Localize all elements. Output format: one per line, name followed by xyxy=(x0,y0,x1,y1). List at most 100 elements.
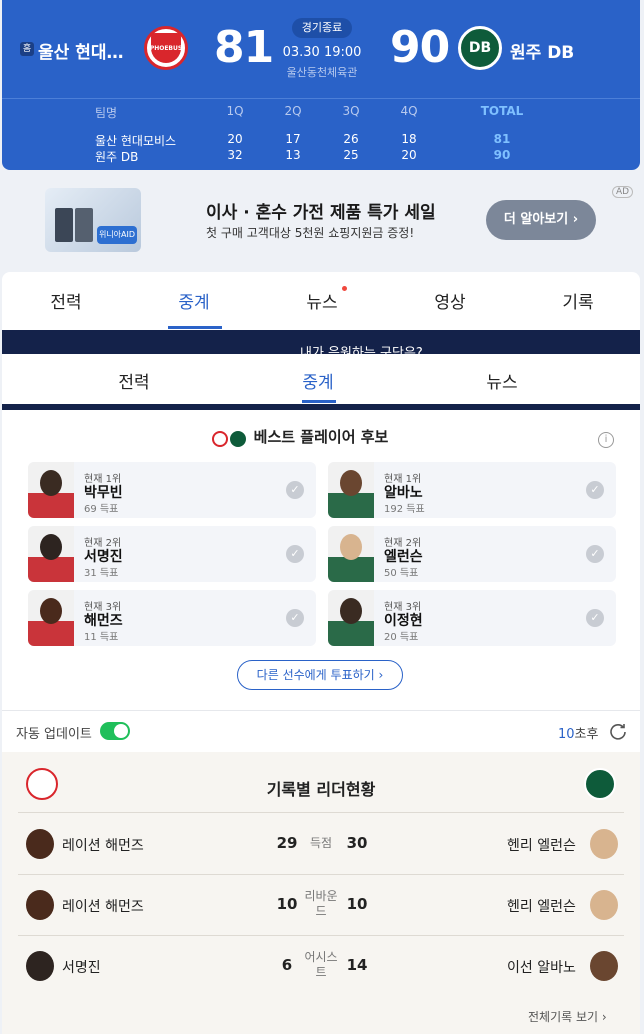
header-q4: 4Q xyxy=(400,104,418,118)
stat-category: 어시스트 xyxy=(304,950,338,979)
sub-tabs: 전력 중계 뉴스 xyxy=(2,354,640,404)
header-total: TOTAL xyxy=(480,104,524,118)
view-all-records-link[interactable]: 전체기록 보기 › xyxy=(528,1008,607,1025)
best-player-title: 베스트 플레이어 후보 xyxy=(253,428,389,446)
leaders-section: 기록별 리더현황 레이션 해먼즈 29 득점 30 헨리 엘런슨 레이션 해먼즈… xyxy=(2,752,640,1034)
check-icon[interactable]: ✓ xyxy=(586,609,604,627)
player-avatar xyxy=(590,951,618,981)
player-name: 이정현 xyxy=(384,613,423,629)
player-photo xyxy=(28,526,74,582)
ad-image-chip: 위니아AID xyxy=(97,226,137,244)
player-votes: 20 득표 xyxy=(384,632,419,643)
leader-row[interactable]: 레이션 해먼즈 10 리바운드 10 헨리 엘런슨 xyxy=(2,875,640,935)
player-card[interactable]: 현재 2위 서명진 31 득표 ✓ xyxy=(28,526,316,582)
player-avatar xyxy=(590,890,618,920)
row-total: 81 xyxy=(493,132,511,146)
player-votes: 192 득표 xyxy=(384,504,425,515)
away-team-logo-small xyxy=(584,768,616,800)
away-team-name[interactable]: 원주 DB xyxy=(510,38,574,63)
cheer-banner[interactable]: 내가 응원하는 구단은? xyxy=(2,330,640,354)
game-venue: 울산동천체육관 xyxy=(286,66,358,79)
tab-broadcast[interactable]: 중계 xyxy=(154,288,234,313)
auto-update-label: 자동 업데이트 xyxy=(16,727,92,742)
home-leader-name: 레이션 해먼즈 xyxy=(62,838,144,854)
countdown-unit: 초후 xyxy=(574,727,599,742)
ad-banner[interactable]: 위니아AID 이사 · 혼수 가전 제품 특가 세일 첫 구매 고객대상 5천원… xyxy=(2,178,640,262)
header-q2: 2Q xyxy=(284,104,302,118)
row-team: 울산 현대모비스 xyxy=(95,134,177,148)
player-head xyxy=(40,598,62,624)
tab-news[interactable]: 뉴스 xyxy=(282,288,362,313)
best-player-section: 베스트 플레이어 후보 i 현재 1위 박무빈 69 득표 ✓ 현재 2위 서명… xyxy=(2,410,640,710)
away-team-logo[interactable]: DB xyxy=(458,26,502,70)
home-leader-name: 레이션 해먼즈 xyxy=(62,899,144,915)
player-card[interactable]: 현재 1위 알바노 192 득표 ✓ xyxy=(328,462,616,518)
player-name: 엘런슨 xyxy=(384,549,423,565)
active-subtab-underline xyxy=(302,400,336,403)
ad-title[interactable]: 이사 · 혼수 가전 제품 특가 세일 xyxy=(206,198,436,223)
player-head xyxy=(40,470,62,496)
header-q3: 3Q xyxy=(342,104,360,118)
vote-other-player-button[interactable]: 다른 선수에게 투표하기 › xyxy=(237,660,403,690)
fridge-icon xyxy=(55,208,73,242)
away-score: 90 xyxy=(390,22,450,73)
tab-video[interactable]: 영상 xyxy=(410,288,490,313)
player-votes: 69 득표 xyxy=(84,504,119,515)
header-q1: 1Q xyxy=(226,104,244,118)
row-q2: 13 xyxy=(285,148,301,162)
player-avatar xyxy=(26,890,54,920)
fridge-icon xyxy=(75,208,93,242)
player-card[interactable]: 현재 2위 엘런슨 50 득표 ✓ xyxy=(328,526,616,582)
info-icon[interactable]: i xyxy=(598,432,614,448)
game-status-badge: 경기종료 xyxy=(292,18,352,38)
countdown: 10초후 xyxy=(558,723,598,742)
ad-subtitle[interactable]: 첫 구매 고객대상 5천원 쇼핑지원금 증정! xyxy=(206,224,414,241)
check-icon[interactable]: ✓ xyxy=(586,481,604,499)
player-card[interactable]: 현재 3위 해먼즈 11 득표 ✓ xyxy=(28,590,316,646)
row-total: 90 xyxy=(493,148,511,162)
home-team-name[interactable]: 울산 현대모비스 xyxy=(38,38,136,63)
header-team: 팀명 xyxy=(95,106,118,120)
ad-product-image[interactable]: 위니아AID xyxy=(45,188,141,252)
subtab-broadcast[interactable]: 중계 xyxy=(278,368,358,393)
quarter-row-home: 울산 현대모비스 20 17 26 18 81 xyxy=(2,132,640,148)
row-q1: 20 xyxy=(227,132,243,146)
home-team-logo[interactable]: PHOEBUS xyxy=(144,26,188,70)
auto-update-toggle[interactable] xyxy=(100,722,130,740)
player-card[interactable]: 현재 1위 박무빈 69 득표 ✓ xyxy=(28,462,316,518)
check-icon[interactable]: ✓ xyxy=(286,545,304,563)
quarter-header-row: 팀명 1Q 2Q 3Q 4Q TOTAL xyxy=(2,104,640,120)
home-leader-value: 6 xyxy=(281,956,293,974)
stat-category: 리바운드 xyxy=(304,889,338,918)
row-q2: 17 xyxy=(285,132,301,146)
tab-records[interactable]: 기록 xyxy=(538,288,618,313)
player-photo xyxy=(328,462,374,518)
leader-row[interactable]: 서명진 6 어시스트 14 이선 알바노 xyxy=(2,936,640,996)
check-icon[interactable]: ✓ xyxy=(286,481,304,499)
player-head xyxy=(340,470,362,496)
player-votes: 31 득표 xyxy=(84,568,119,579)
subtab-news[interactable]: 뉴스 xyxy=(462,368,542,393)
player-name: 해먼즈 xyxy=(84,613,123,629)
quarter-row-away: 원주 DB 32 13 25 20 90 xyxy=(2,148,640,164)
player-photo xyxy=(28,462,74,518)
player-head xyxy=(340,534,362,560)
leader-row[interactable]: 레이션 해먼즈 29 득점 30 헨리 엘런슨 xyxy=(2,814,640,874)
refresh-icon[interactable] xyxy=(608,721,628,741)
check-icon[interactable]: ✓ xyxy=(286,609,304,627)
leaders-divider xyxy=(18,812,624,813)
player-votes: 11 득표 xyxy=(84,632,119,643)
row-team: 원주 DB xyxy=(95,150,139,164)
ad-learn-more-button[interactable]: 더 알아보기 › xyxy=(486,200,596,240)
check-icon[interactable]: ✓ xyxy=(586,545,604,563)
home-leader-value: 10 xyxy=(276,895,298,913)
home-leader-value: 29 xyxy=(276,834,298,852)
subtab-lineup[interactable]: 전력 xyxy=(94,368,174,393)
tab-lineup[interactable]: 전력 xyxy=(26,288,106,313)
scoreboard-divider xyxy=(2,98,640,99)
player-card[interactable]: 현재 3위 이정현 20 득표 ✓ xyxy=(328,590,616,646)
player-photo xyxy=(28,590,74,646)
away-leader-value: 14 xyxy=(346,956,368,974)
row-q4: 20 xyxy=(401,148,417,162)
player-photo xyxy=(328,526,374,582)
